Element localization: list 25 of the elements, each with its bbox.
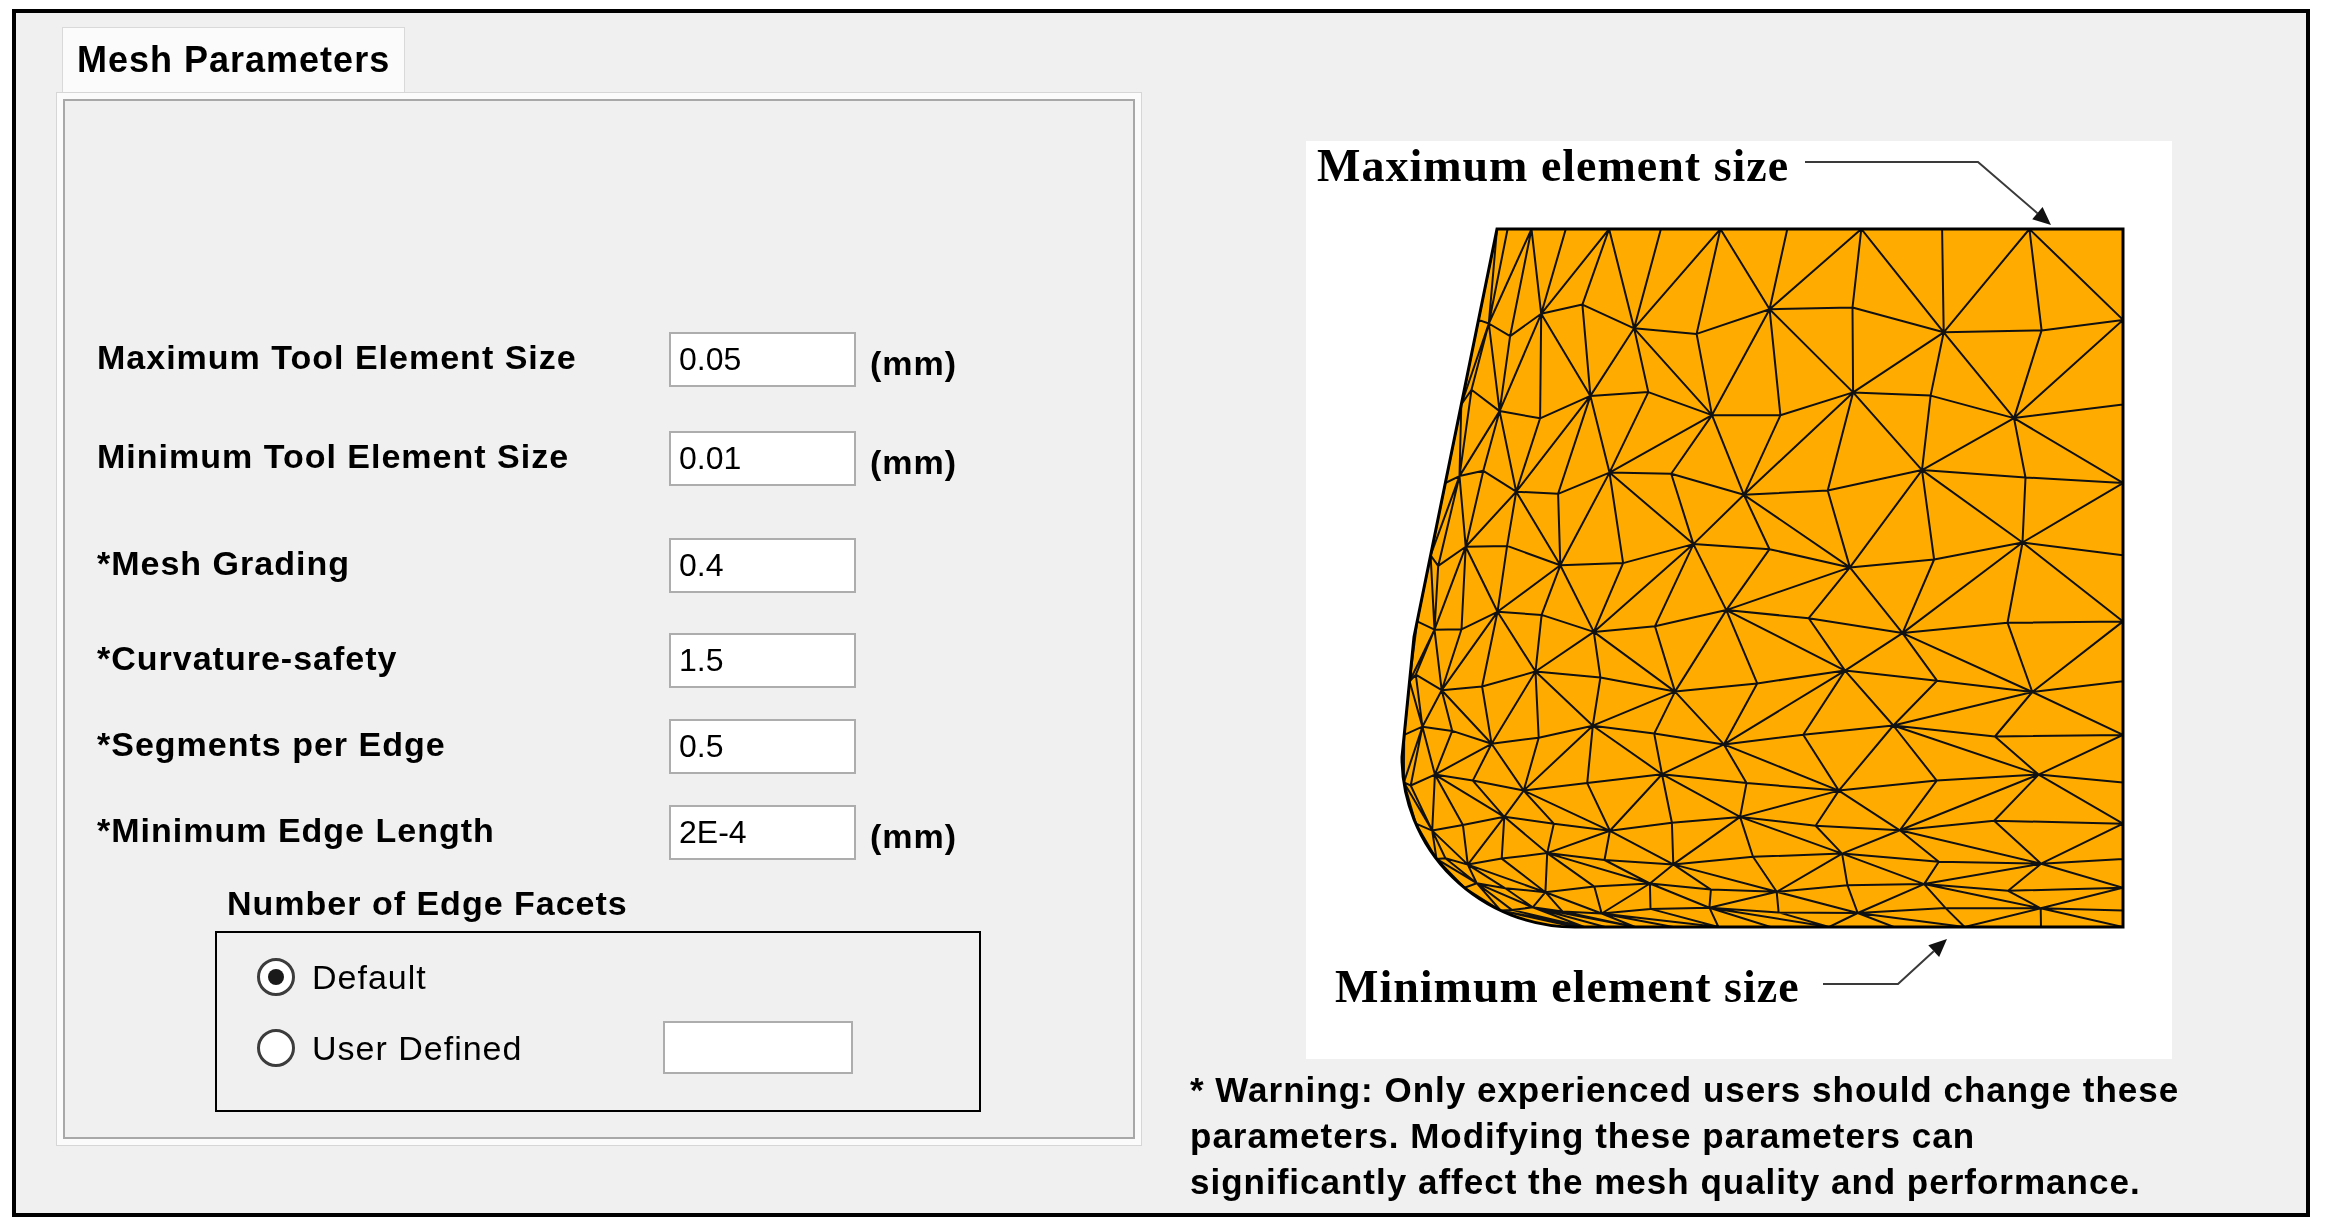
text-field[interactable]: 2E-4 (669, 805, 856, 860)
field-label: Maximum Tool Element Size (97, 339, 578, 374)
text-field[interactable]: 0.01 (669, 431, 856, 486)
field-label: *Curvature-safety (97, 640, 399, 675)
text-field[interactable] (663, 1021, 853, 1074)
radio-button[interactable] (257, 957, 295, 996)
warning-text: * Warning: Only experienced users should change these parameters. Modifying these parameters can significantly affect the mesh quality and performance. (1190, 1069, 2181, 1203)
field-label: Minimum Tool Element Size (97, 438, 571, 473)
tab[interactable]: Mesh Parameters (62, 27, 406, 92)
unit-label: (mm) (870, 444, 958, 479)
annotation-label: Maximum element size (1317, 143, 1790, 189)
text-field[interactable]: 0.5 (669, 719, 856, 774)
field-label: *Segments per Edge (97, 726, 447, 761)
text-field[interactable]: 0.4 (669, 538, 856, 593)
text-field[interactable]: 1.5 (669, 633, 856, 688)
group-title: Number of Edge Facets (227, 884, 628, 923)
field-label: *Mesh Grading (97, 545, 351, 580)
unit-label: (mm) (870, 345, 958, 380)
radio-button[interactable] (257, 1028, 295, 1067)
field-label: *Minimum Edge Length (97, 812, 496, 847)
unit-label: (mm) (870, 818, 958, 853)
radio-label: User Defined (312, 1030, 523, 1065)
annotation-label: Minimum element size (1335, 964, 1800, 1010)
text-field[interactable]: 0.05 (669, 332, 856, 387)
radio-label: Default (312, 959, 427, 994)
